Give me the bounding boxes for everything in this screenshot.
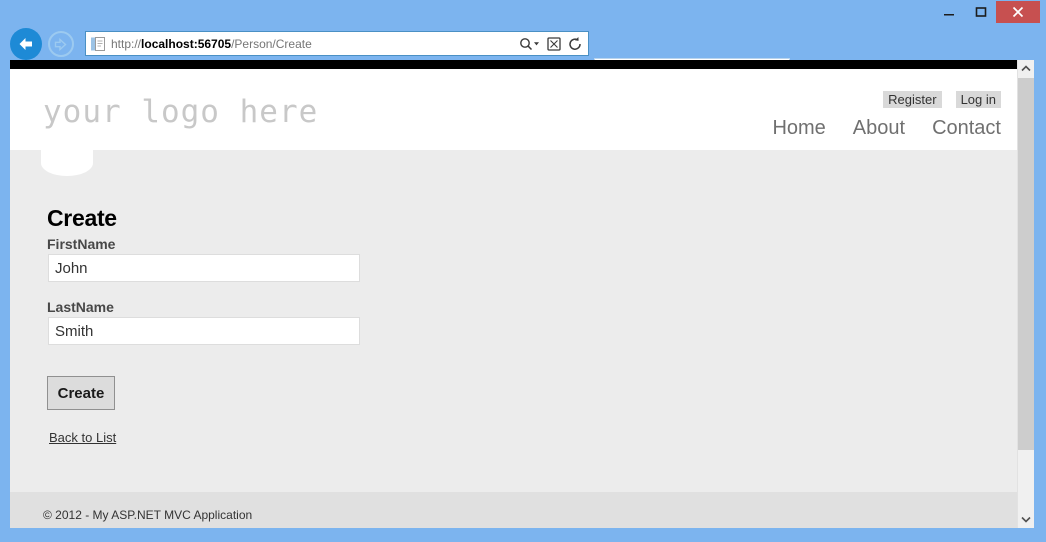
scroll-up-icon[interactable] — [1018, 60, 1034, 77]
minimize-button[interactable] — [934, 1, 964, 23]
compatibility-view-icon[interactable] — [546, 36, 562, 52]
firstname-label: FirstName — [47, 236, 116, 252]
main-navigation: Home About Contact — [772, 117, 1001, 140]
close-button[interactable] — [996, 1, 1040, 23]
main-content: Create FirstName LastName Create Back to… — [10, 150, 1017, 492]
lastname-label: LastName — [47, 299, 114, 315]
site-logo[interactable]: your logo here — [43, 94, 318, 130]
firstname-input[interactable] — [48, 254, 360, 282]
address-bar[interactable]: http://localhost:56705/Person/Create — [85, 31, 589, 56]
nav-item-home[interactable]: Home — [772, 117, 825, 140]
url-host: localhost:56705 — [141, 36, 232, 51]
scrollbar-thumb[interactable] — [1018, 78, 1034, 450]
nav-item-contact[interactable]: Contact — [932, 117, 1001, 140]
browser-window: http://localhost:56705/Person/Create you… — [0, 0, 1046, 542]
navigation-toolbar: http://localhost:56705/Person/Create — [0, 28, 1046, 86]
search-icon[interactable] — [519, 36, 541, 52]
page-document-icon — [91, 36, 105, 51]
site-header: your logo here Register Log in Home Abou… — [10, 69, 1017, 150]
auth-links: Register Log in — [883, 91, 1001, 108]
refresh-icon[interactable] — [567, 36, 583, 52]
url-path: /Person/Create — [231, 36, 312, 51]
lastname-input[interactable] — [48, 317, 360, 345]
url-text: http://localhost:56705/Person/Create — [111, 37, 519, 51]
page-top-black-bar — [10, 60, 1017, 69]
forward-button[interactable] — [48, 31, 74, 57]
site-footer: © 2012 - My ASP.NET MVC Application — [10, 492, 1017, 528]
forward-arrow-icon — [54, 37, 67, 51]
maximize-button[interactable] — [966, 1, 996, 23]
url-scheme: http:// — [111, 36, 142, 51]
back-button[interactable] — [10, 28, 42, 60]
register-link[interactable]: Register — [883, 91, 942, 108]
scroll-down-icon[interactable] — [1018, 511, 1034, 528]
footer-copyright-text: © 2012 - My ASP.NET MVC Application — [43, 508, 253, 522]
back-to-list-link[interactable]: Back to List — [49, 430, 116, 445]
title-bar — [0, 0, 1046, 28]
page-viewport: your logo here Register Log in Home Abou… — [10, 60, 1034, 528]
nav-item-about[interactable]: About — [853, 117, 905, 140]
login-link[interactable]: Log in — [955, 91, 1001, 108]
web-page: your logo here Register Log in Home Abou… — [10, 69, 1017, 528]
page-scrollbar[interactable] — [1017, 60, 1034, 528]
create-submit-button[interactable]: Create — [47, 376, 115, 410]
page-title: Create — [47, 205, 117, 231]
back-arrow-icon — [19, 38, 32, 50]
